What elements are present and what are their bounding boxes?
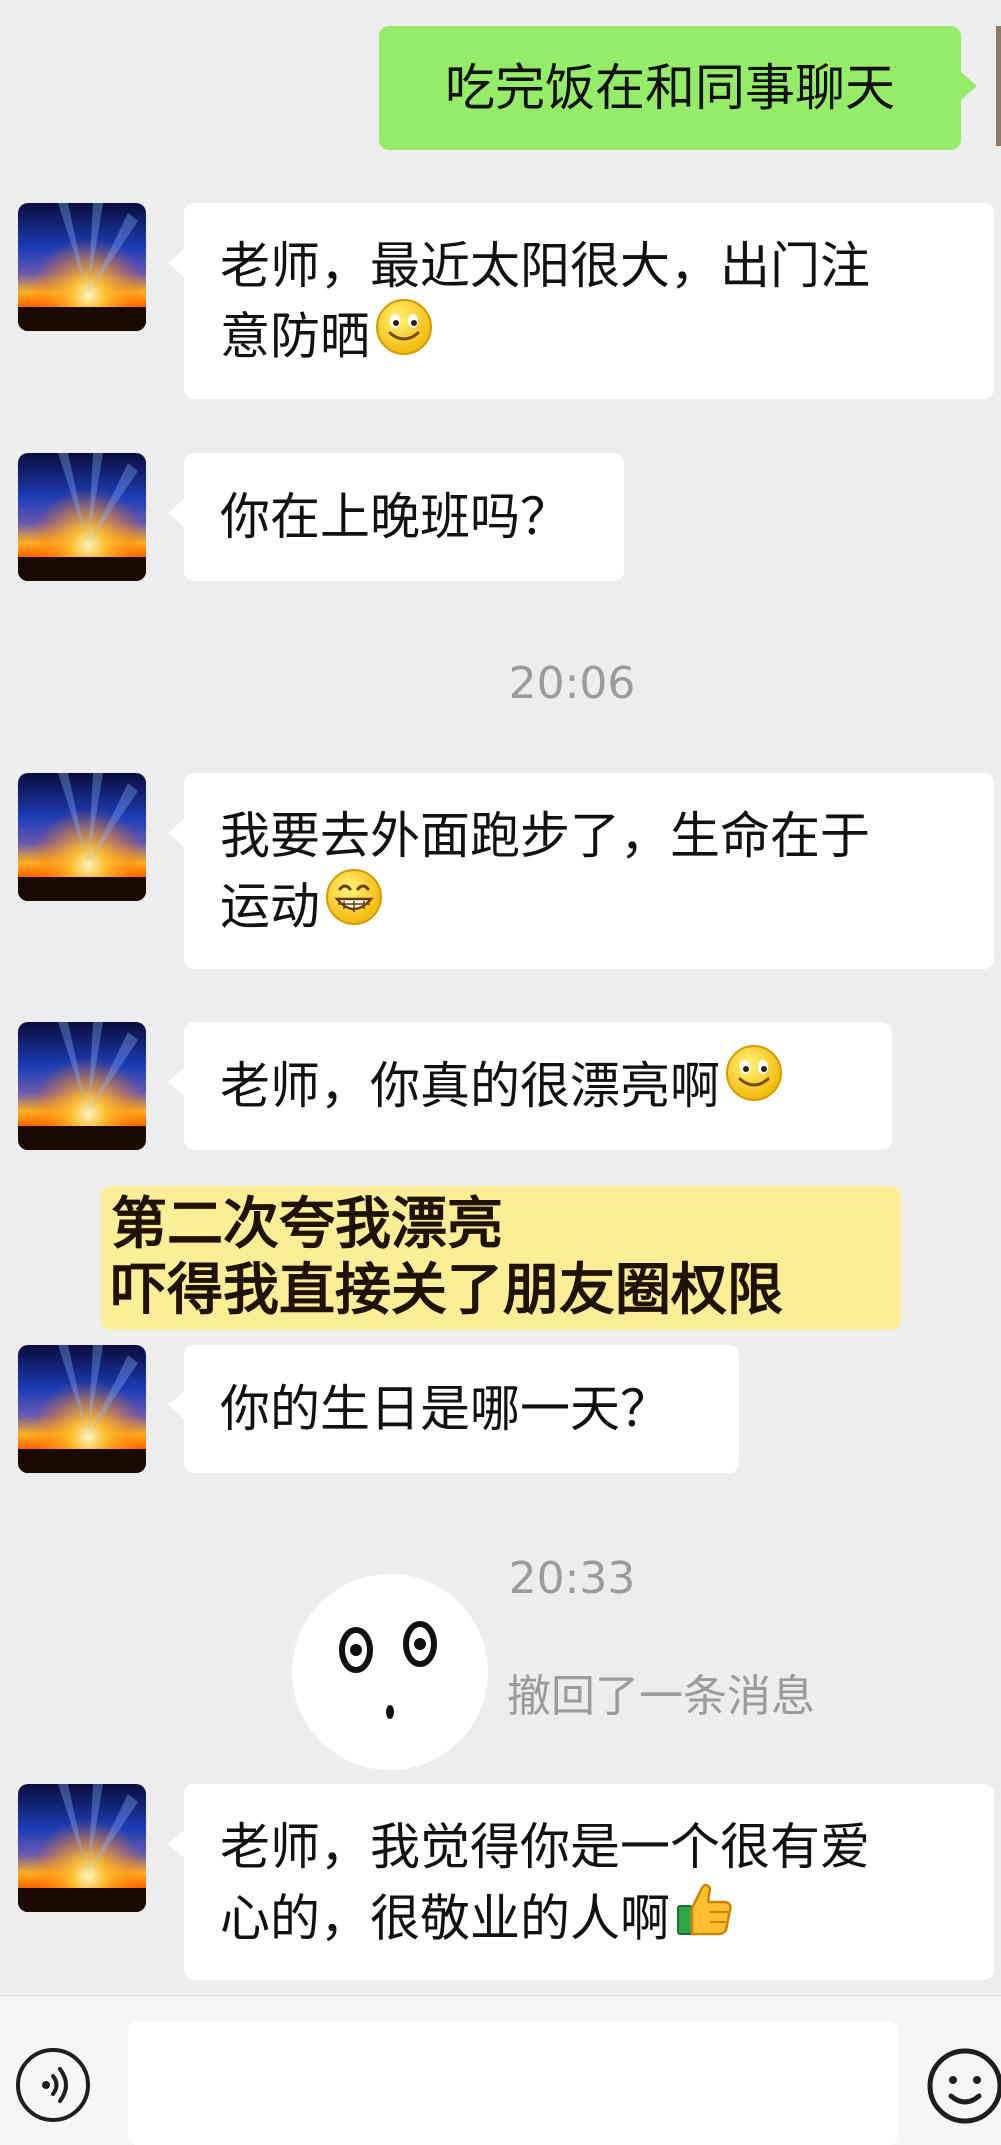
message-text-line: 运动 [220,869,958,949]
message-text-line: 心的，很敬业的人啊 [220,1882,958,1962]
message-text-line: 我要去外面跑步了，生命在于 [220,807,870,865]
timestamp: 20:06 [508,658,636,709]
timestamp: 20:33 [508,1553,636,1604]
message-text: 吃完饭在和同事聊天 [445,59,895,117]
annotation-caption: 第二次夸我漂亮 吓得我直接关了朋友圈权限 [101,1186,901,1330]
received-message-bubble[interactable]: 我要去外面跑步了，生命在于 运动 [168,773,994,969]
message-text-line: 老师，最近太阳很大，出门注 [220,237,870,295]
annotation-line: 第二次夸我漂亮 [111,1192,503,1257]
thumbs-up-emoji-icon [674,1878,736,1958]
contact-avatar[interactable] [18,1345,146,1473]
self-avatar[interactable] [996,26,1001,146]
message-text: 你的生日是哪一天？ [220,1380,670,1438]
recalled-face-sticker [290,1572,490,1772]
voice-icon[interactable] [16,2048,90,2122]
contact-avatar[interactable] [18,1022,146,1150]
contact-avatar[interactable] [18,453,146,581]
chat-input-bar [0,1995,1001,2145]
received-message-bubble[interactable]: 老师，我觉得你是一个很有爱 心的，很敬业的人啊 [168,1784,994,1980]
contact-avatar[interactable] [18,1784,146,1912]
sent-message-bubble[interactable]: 吃完饭在和同事聊天 [379,26,977,150]
message-text-line: 老师，我觉得你是一个很有爱 [220,1818,870,1876]
received-message-bubble[interactable]: 你在上晚班吗？ [168,453,624,581]
emoji-face-icon[interactable] [925,2046,1001,2126]
received-message-bubble[interactable]: 你的生日是哪一天？ [168,1345,739,1473]
message-text-line: 意防晒 [220,299,958,379]
smile-emoji-icon [374,297,434,375]
smile-emoji-icon [724,1043,784,1121]
annotation-line: 吓得我直接关了朋友圈权限 [111,1258,783,1323]
grin-emoji-icon [324,867,384,945]
received-message-bubble[interactable]: 老师，最近太阳很大，出门注 意防晒 [168,203,994,399]
message-text: 老师，你真的很漂亮啊 [220,1057,720,1115]
message-input[interactable] [128,2021,898,2145]
contact-avatar[interactable] [18,203,146,331]
recall-notice: 撤回了一条消息 [507,1671,815,1722]
message-text: 意防晒 [220,307,370,366]
received-message-bubble[interactable]: 老师，你真的很漂亮啊 [168,1022,892,1150]
message-text: 运动 [220,877,320,936]
message-text: 心的，很敬业的人啊 [220,1889,670,1948]
message-text: 你在上晚班吗？ [220,488,570,546]
contact-avatar[interactable] [18,773,146,901]
